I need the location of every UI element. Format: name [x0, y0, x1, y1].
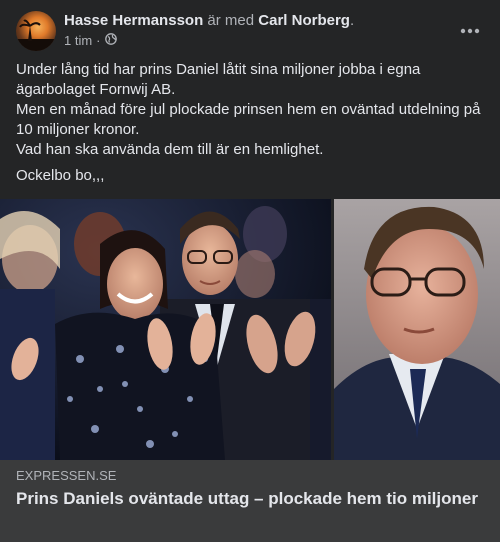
avatar[interactable] — [16, 11, 56, 51]
post-text-line: Ockelbo bo,,, — [16, 167, 105, 184]
meta-separator: · — [96, 33, 101, 48]
post-images[interactable] — [0, 199, 500, 460]
post-text-line: Under lång tid har prins Daniel låtit si… — [16, 61, 421, 98]
post-meta: 1 tim · — [64, 33, 117, 49]
avatar-image — [16, 19, 56, 51]
photo-prince-daniel[interactable] — [334, 199, 500, 460]
author-line: Hasse Hermansson är med Carl Norberg. — [64, 11, 354, 31]
link-headline[interactable]: Prins Daniels oväntade uttag – plockade … — [16, 488, 484, 509]
more-horizontal-icon — [460, 28, 480, 34]
post-text-line: Men en månad före jul plockade prinsen h… — [16, 101, 481, 138]
more-options-button[interactable] — [456, 17, 484, 45]
post-text-line: Vad han ska använda dem till är en hemli… — [16, 141, 324, 158]
period: . — [349, 12, 355, 29]
author-name[interactable]: Hasse Hermansson — [64, 12, 203, 29]
post-time[interactable]: 1 tim — [64, 33, 92, 49]
with-text: är med — [207, 12, 255, 29]
post-header: Hasse Hermansson är med Carl Norberg. 1 … — [16, 11, 484, 51]
globe-icon — [104, 33, 117, 49]
post-text: Under lång tid har prins Daniel låtit si… — [16, 60, 484, 186]
tagged-name[interactable]: Carl Norberg — [258, 12, 350, 29]
link-domain: EXPRESSEN.SE — [16, 468, 117, 483]
link-preview[interactable]: EXPRESSEN.SE Prins Daniels oväntade utta… — [0, 460, 500, 542]
photo-royal-couple[interactable] — [0, 199, 331, 460]
